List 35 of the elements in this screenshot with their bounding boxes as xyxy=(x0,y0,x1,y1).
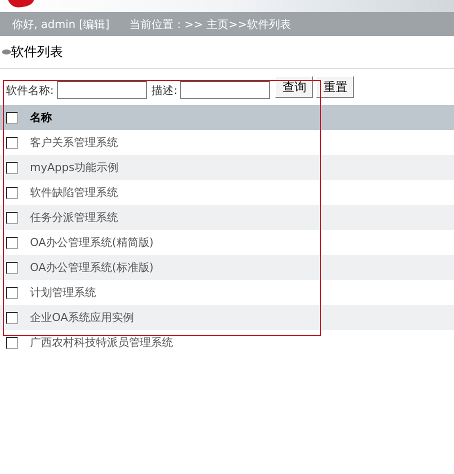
table-row[interactable]: 企业OA系统应用实例 xyxy=(0,305,454,330)
greeting-text: 你好, admin [编辑] xyxy=(12,16,110,32)
software-name: 广西农村科技特派员管理系统 xyxy=(29,335,173,350)
checkbox[interactable] xyxy=(6,336,18,348)
checkbox[interactable] xyxy=(6,262,18,274)
logo-icon xyxy=(6,0,36,10)
checkbox[interactable] xyxy=(6,212,18,224)
title-icon xyxy=(2,49,11,55)
software-name: OA办公管理系统(标准版) xyxy=(29,260,154,275)
column-header: 名称 xyxy=(29,110,52,125)
reset-button[interactable]: 重置 xyxy=(316,76,354,98)
software-name: 计划管理系统 xyxy=(29,285,96,300)
checkbox[interactable] xyxy=(6,236,18,248)
page-title: 软件列表 xyxy=(11,44,63,61)
software-name: myApps功能示例 xyxy=(29,160,118,175)
checkbox[interactable] xyxy=(6,312,18,324)
checkbox[interactable] xyxy=(6,112,18,124)
checkbox[interactable] xyxy=(6,186,18,198)
checkbox[interactable] xyxy=(6,286,18,298)
field-label: 描述: xyxy=(152,82,178,98)
table-row[interactable]: OA办公管理系统(标准版) xyxy=(0,255,454,280)
software-name: 软件缺陷管理系统 xyxy=(29,185,118,200)
search-field[interactable] xyxy=(56,81,147,99)
software-name: 企业OA系统应用实例 xyxy=(29,310,134,325)
software-name: 任务分派管理系统 xyxy=(29,210,118,225)
software-name: OA办公管理系统(精简版) xyxy=(29,235,154,250)
search-button[interactable]: 查询 xyxy=(275,76,314,98)
software-name: 客户关系管理系统 xyxy=(29,135,118,150)
breadcrumb: 当前位置：>> 主页>>软件列表 xyxy=(130,16,291,32)
table-row[interactable]: myApps功能示例 xyxy=(0,155,454,180)
checkbox[interactable] xyxy=(6,136,18,148)
checkbox[interactable] xyxy=(6,162,18,174)
table-row[interactable]: 任务分派管理系统 xyxy=(0,205,454,230)
field-label: 软件名称: xyxy=(6,82,54,98)
search-field[interactable] xyxy=(180,81,270,99)
